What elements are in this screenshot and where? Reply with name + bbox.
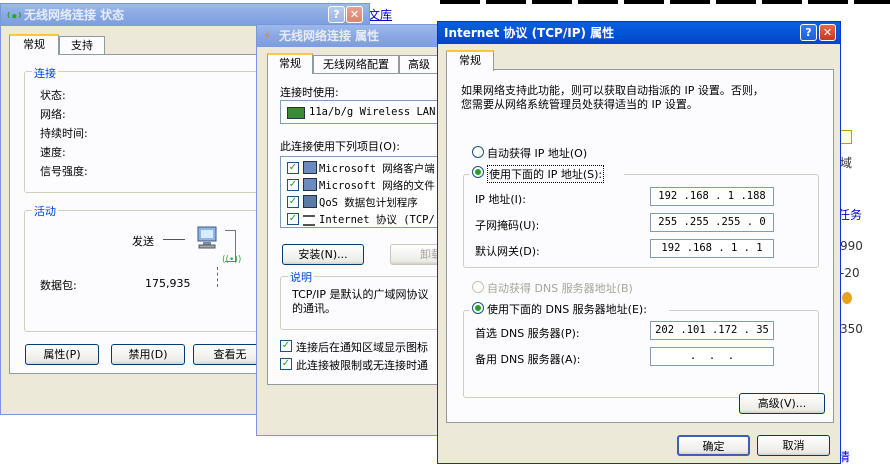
notify-label: 此连接被限制或无连接时通 <box>296 359 428 372</box>
network-label: 网络: <box>40 108 66 121</box>
item-checkbox[interactable]: ✓ <box>287 213 299 225</box>
adapter-box[interactable]: 11a/b/g Wireless LAN <box>280 100 460 124</box>
gateway-field[interactable]: 192 .168 . 1 . 1 <box>650 239 774 258</box>
show-icon-checkbox[interactable]: ✓ <box>280 340 292 352</box>
item-checkbox[interactable]: ✓ <box>287 162 299 174</box>
props-titlebar[interactable]: ⚡ 无线网络连接 属性 <box>257 25 451 47</box>
bg-fragment: -20 <box>840 266 860 280</box>
activity-group-label: 活动 <box>32 203 58 219</box>
wireless-icon: ⁽•⁾ <box>7 10 22 24</box>
install-button[interactable]: 安装(N)... <box>282 244 364 265</box>
tcpip-panel: 如果网络支持此功能，则可以获取自动指派的 IP 设置。否则， 您需要从网络系统管… <box>446 69 834 423</box>
manual-ip-label: 使用下面的 IP 地址(S): <box>487 165 605 183</box>
preferred-dns-field[interactable]: 202 .101 .172 . 35 <box>650 321 774 340</box>
items-label: 此连接使用下列项目(O): <box>280 140 400 153</box>
tab-general[interactable]: 常规 <box>9 34 59 55</box>
tab-wireless-config[interactable]: 无线网络配置 <box>313 55 399 74</box>
tcpip-title: Internet 协议 (TCP/IP) 属性 <box>444 26 615 40</box>
connect-using-label: 连接时使用: <box>280 86 339 99</box>
speed-label: 速度: <box>40 146 66 159</box>
background-link-strip <box>440 0 890 4</box>
file-share-icon <box>303 178 317 191</box>
cancel-button[interactable]: 取消 <box>757 435 830 456</box>
gateway-label: 默认网关(D): <box>475 245 540 258</box>
network-icon: ⚡ <box>263 29 272 43</box>
adapter-icon <box>287 107 305 119</box>
tcpip-titlebar[interactable]: Internet 协议 (TCP/IP) 属性 <box>438 22 840 44</box>
connection-group-label: 连接 <box>32 65 58 81</box>
tab-advanced[interactable]: 高级 <box>399 55 439 74</box>
ip-address-label: IP 地址(I): <box>475 193 526 206</box>
items-list[interactable]: ✓ Microsoft 网络客户端 ✓ Microsoft 网络的文件 ✓ Qo… <box>280 156 460 228</box>
description-label: 说明 <box>288 269 314 285</box>
disable-button[interactable]: 禁用(D) <box>111 344 185 365</box>
client-icon <box>303 161 317 174</box>
help-button[interactable]: ? <box>328 6 345 23</box>
manual-ip-radio[interactable] <box>472 166 484 178</box>
tab-general[interactable]: 常规 <box>267 53 313 74</box>
show-icon-label: 连接后在通知区域显示图标 <box>296 341 428 354</box>
sent-label: 发送 <box>132 235 154 248</box>
adapter-name: 11a/b/g Wireless LAN <box>309 106 436 118</box>
ok-button[interactable]: 确定 <box>677 435 750 456</box>
computer-icon <box>195 225 221 251</box>
auto-ip-label: 自动获得 IP 地址(O) <box>487 147 588 160</box>
auto-dns-radio[interactable] <box>472 281 484 293</box>
bg-fragment: 域 <box>840 156 853 170</box>
protocol-icon <box>303 215 315 226</box>
status-label: 状态: <box>40 89 66 102</box>
item-checkbox[interactable]: ✓ <box>287 179 299 191</box>
close-button[interactable]: ✕ <box>346 6 363 23</box>
notify-checkbox[interactable]: ✓ <box>280 358 292 370</box>
tab-general[interactable]: 常规 <box>446 50 494 71</box>
tcpip-window: Internet 协议 (TCP/IP) 属性 ? ✕ 常规 如果网络支持此功能… <box>437 21 841 464</box>
auto-dns-label: 自动获得 DNS 服务器地址(B) <box>487 282 633 295</box>
props-panel: 连接时使用: 11a/b/g Wireless LAN 此连接使用下列项目(O)… <box>267 73 472 385</box>
duration-label: 持续时间: <box>40 127 88 140</box>
help-button[interactable]: ? <box>800 24 817 41</box>
medal-icon <box>842 292 852 304</box>
signal-label: 信号强度: <box>40 165 88 178</box>
item-label: Microsoft 网络客户端 <box>319 163 435 175</box>
status-titlebar[interactable]: ⁽•⁾ 无线网络连接 状态 <box>1 4 369 26</box>
manual-dns-radio[interactable] <box>472 302 484 314</box>
subnet-mask-field[interactable]: 255 .255 .255 . 0 <box>650 213 774 232</box>
status-title: 无线网络连接 状态 <box>24 8 125 22</box>
bg-fragment[interactable]: 任务 <box>838 206 862 223</box>
preferred-dns-label: 首选 DNS 服务器(P): <box>475 327 580 340</box>
bg-fragment: 350 <box>840 322 863 336</box>
antenna-icon: ((•)) <box>222 255 242 265</box>
alternate-dns-label: 备用 DNS 服务器(A): <box>475 353 581 366</box>
item-label: Internet 协议 (TCP/ <box>319 214 435 226</box>
subnet-mask-label: 子网掩码(U): <box>475 219 540 232</box>
auto-ip-radio[interactable] <box>472 146 484 158</box>
ip-address-field[interactable]: 192 .168 . 1 .188 <box>650 187 774 206</box>
doc-link[interactable]: 文库 <box>368 6 392 23</box>
props-window: ⚡ 无线网络连接 属性 常规 无线网络配置 高级 连接时使用: 11a/b/g W… <box>256 24 472 436</box>
sent-line <box>163 239 185 240</box>
packets-label: 数据包: <box>40 279 77 292</box>
tab-support[interactable]: 支持 <box>59 36 105 55</box>
properties-button[interactable]: 属性(P) <box>25 344 99 365</box>
advanced-button[interactable]: 高级(V)... <box>739 393 825 414</box>
antenna-line <box>217 267 219 287</box>
manual-dns-label: 使用下面的 DNS 服务器地址(E): <box>487 303 647 316</box>
qos-icon <box>303 195 317 208</box>
item-label: Microsoft 网络的文件 <box>319 180 435 192</box>
item-checkbox[interactable]: ✓ <box>287 196 299 208</box>
item-label: QoS 数据包计划程序 <box>319 197 418 209</box>
description-line: 的通讯。 <box>292 302 336 315</box>
packets-value: 175,935 <box>145 277 191 290</box>
close-button[interactable]: ✕ <box>819 24 836 41</box>
alternate-dns-field[interactable]: . . . <box>650 347 774 366</box>
props-title: 无线网络连接 属性 <box>279 29 380 43</box>
intro-line: 您需要从网络系统管理员处获得适当的 IP 设置。 <box>461 98 698 111</box>
bg-fragment: 990 <box>840 239 863 253</box>
